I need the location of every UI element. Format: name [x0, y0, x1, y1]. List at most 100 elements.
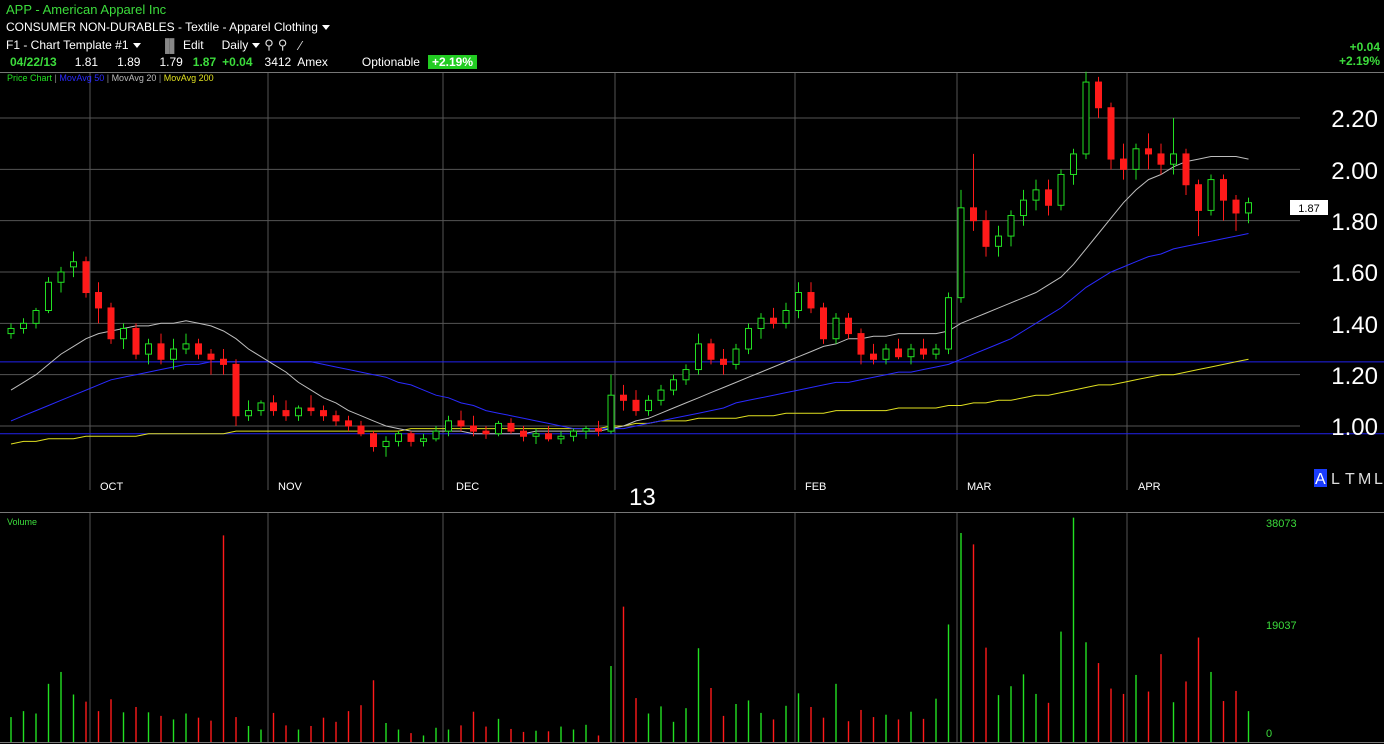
candle-body [1082, 81, 1090, 155]
candle-body [970, 207, 977, 222]
legend-ma50: MovAvg 50 [59, 73, 104, 83]
candle-body [257, 402, 265, 412]
time-axis: OCT NOV DEC FEB MAR APR 13 [100, 481, 1161, 511]
candle-body [1132, 148, 1140, 170]
candle-body [757, 317, 765, 329]
month-label: OCT [100, 481, 124, 493]
month-label: FEB [805, 481, 826, 493]
candle-body [1195, 184, 1202, 211]
candle-body [420, 438, 427, 442]
candle-body [945, 297, 952, 350]
candle-body [270, 402, 277, 412]
candle-body [1095, 81, 1102, 109]
scale-button-l2[interactable]: L [1374, 471, 1383, 488]
candle-body [70, 261, 77, 268]
candle-body [857, 333, 865, 355]
price-tick: 2.00 [1331, 158, 1378, 185]
candle-body [820, 307, 827, 340]
candle-body [295, 407, 302, 417]
month-label: NOV [278, 481, 303, 493]
candle-body [632, 399, 640, 412]
candle-body [132, 327, 140, 355]
volume-tick: 0 [1266, 728, 1272, 740]
price-axis: 2.20 2.00 1.80 1.60 1.40 1.20 1.00 [1331, 106, 1378, 441]
candle-body [332, 415, 340, 422]
price-volume-chart[interactable]: Price Chart | MovAvg 50 | MovAvg 20 | Mo… [0, 0, 1384, 744]
candle-body [782, 310, 790, 324]
candle-body [895, 348, 902, 358]
candle-body [1120, 158, 1127, 170]
candle-body [645, 399, 652, 412]
candle-body [1007, 215, 1015, 237]
candle-body [320, 410, 327, 417]
price-tick: 1.60 [1331, 260, 1378, 287]
candle-body [395, 433, 402, 442]
candle-body [1232, 199, 1240, 214]
candle-body [1145, 148, 1152, 155]
price-tick: 1.00 [1331, 414, 1378, 441]
candle-body [682, 369, 690, 381]
candle-body [920, 348, 927, 355]
price-tick: 1.20 [1331, 363, 1378, 390]
candle-body [1157, 153, 1165, 165]
candle-body [520, 430, 527, 437]
candle-body [57, 271, 65, 283]
last-price-label: 1.87 [1298, 203, 1319, 215]
scale-button-a[interactable]: A [1315, 471, 1326, 488]
candle-body [107, 307, 115, 340]
legend-ma20: MovAvg 20 [112, 73, 157, 83]
candle-body [207, 353, 215, 360]
candle-body [407, 433, 415, 442]
volume-tick: 38073 [1266, 518, 1297, 530]
year-label: 13 [629, 484, 656, 511]
horizontal-reference-lines[interactable] [0, 361, 1384, 435]
candle-body [482, 430, 490, 435]
candle-body [157, 343, 165, 360]
candle-body [345, 420, 352, 427]
candle-body [170, 348, 177, 360]
candle-body [795, 292, 802, 311]
month-label: APR [1138, 481, 1161, 493]
scale-buttons: A L T M L [1314, 469, 1383, 488]
month-label: DEC [456, 481, 479, 493]
candle-body [745, 327, 752, 350]
volume-tick: 19037 [1266, 620, 1297, 632]
candle-body [607, 394, 615, 432]
candle-body [7, 327, 15, 335]
legend-price-chart: Price Chart [7, 73, 53, 83]
candle-body [20, 322, 27, 329]
candle-body [1220, 179, 1227, 201]
candle-body [832, 317, 840, 340]
candle-body [357, 425, 365, 435]
candle-body [1020, 199, 1027, 217]
ma200-line [10, 358, 1249, 445]
candle-body [307, 407, 315, 412]
legend-ma200: MovAvg 200 [164, 73, 214, 83]
candle-body [882, 348, 890, 360]
candle-body [620, 394, 627, 401]
candle-body [370, 433, 377, 448]
candle-body [182, 343, 190, 350]
candle-body [82, 261, 90, 294]
candle-body [1107, 107, 1115, 160]
candle-body [1207, 179, 1215, 211]
volume-bars [10, 517, 1250, 742]
candle-body [1182, 153, 1190, 186]
candle-body [232, 363, 240, 417]
candle-body [932, 348, 940, 355]
candle-body [1057, 173, 1065, 206]
candle-body [907, 348, 915, 358]
candle-body [145, 343, 152, 355]
candle-body [570, 430, 577, 437]
candle-body [95, 292, 102, 309]
candle-body [545, 433, 552, 440]
scale-button-l[interactable]: L [1331, 471, 1340, 488]
candle-body [245, 410, 252, 417]
candle-body [957, 207, 965, 299]
volume-title: Volume [7, 517, 37, 527]
candle-body [432, 430, 440, 440]
scale-button-m[interactable]: M [1358, 471, 1371, 488]
candle-body [457, 420, 465, 427]
scale-button-t[interactable]: T [1345, 471, 1355, 488]
candle-body [120, 327, 127, 340]
